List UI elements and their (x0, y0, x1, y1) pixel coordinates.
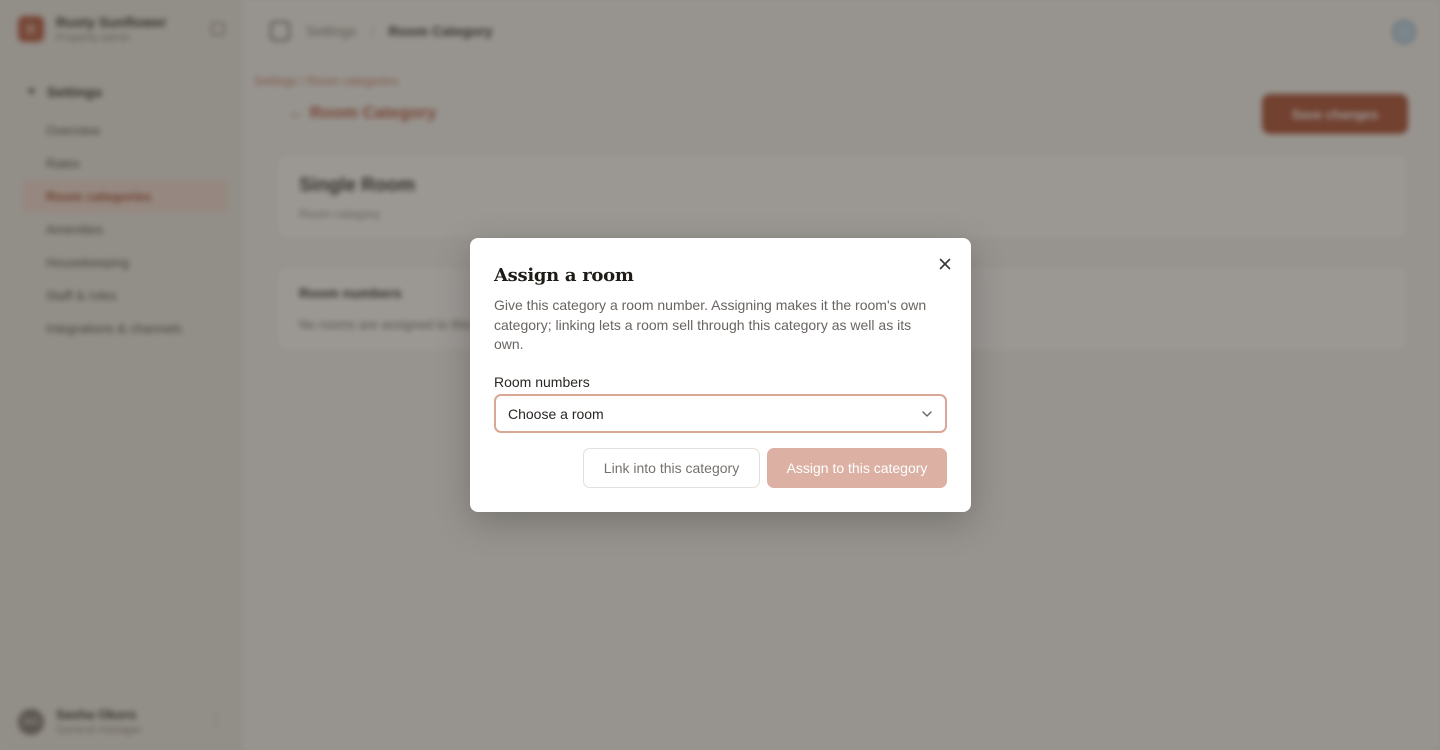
chevron-down-icon (921, 408, 933, 420)
assign-room-dialog: Assign a room Give this category a room … (470, 238, 971, 512)
dialog-title: Assign a room (494, 265, 634, 286)
dialog-description: Give this category a room number. Assign… (494, 297, 927, 352)
link-into-category-button[interactable]: Link into this category (583, 448, 760, 488)
assign-to-category-button[interactable]: Assign to this category (767, 448, 947, 488)
room-select[interactable]: Choose a room (494, 394, 947, 433)
room-select-value: Choose a room (508, 405, 604, 422)
room-numbers-label: Room numbers (494, 374, 590, 390)
close-button[interactable] (935, 254, 955, 274)
close-icon (939, 258, 951, 270)
